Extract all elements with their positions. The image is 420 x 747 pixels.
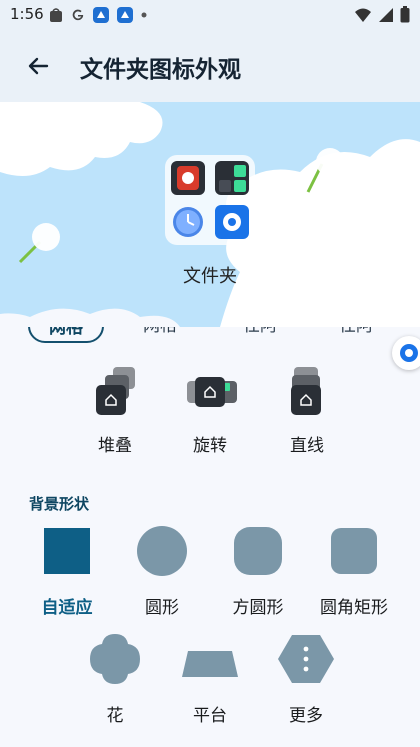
back-button[interactable] (20, 48, 56, 84)
shape-option-platform[interactable]: 平台 (160, 631, 260, 731)
folder-label: 文件夹 (183, 266, 237, 287)
office-app-icon (171, 161, 205, 195)
more-notifications-dot-icon (141, 12, 147, 18)
shape-label: 方圆形 (232, 598, 284, 618)
arrow-back-icon (28, 57, 49, 75)
folder-preview: 文件夹 (0, 102, 420, 327)
squircle-shape-icon (234, 527, 282, 575)
flower-shape-icon (90, 634, 140, 684)
more-shapes-icon (278, 635, 334, 683)
settings-app-icon (215, 205, 249, 239)
folder-app-icons (171, 161, 249, 239)
style-option-stack[interactable]: 堆叠 (70, 367, 160, 467)
style-option-line[interactable]: 直线 (262, 367, 352, 467)
shape-label: 花 (106, 706, 124, 726)
system-icons (354, 6, 410, 23)
style-label: 旋转 (193, 436, 227, 456)
style-label: 直线 (290, 436, 324, 456)
shape-label: 平台 (193, 706, 227, 726)
folder-icon-preview[interactable] (165, 155, 255, 245)
shape-option-flower[interactable]: 花 (65, 631, 165, 731)
tab-layout-random[interactable]: 任阿 (222, 327, 298, 343)
platform-shape-icon (182, 651, 238, 677)
app-notification-icon (93, 7, 109, 23)
circle-shape-icon (137, 526, 187, 576)
tab-layout-random-alt[interactable]: 任阿 (318, 327, 394, 343)
shape-option-squircle[interactable]: 方圆形 (208, 523, 308, 623)
style-option-rotate[interactable]: 旋转 (165, 367, 255, 467)
style-label: 堆叠 (98, 436, 132, 456)
tab-layout-grid[interactable]: 网格 (28, 327, 104, 343)
rounded-rect-shape-icon (331, 528, 377, 574)
settings-panel[interactable]: 网格 网格 任阿 任阿 堆叠 旋转 (0, 327, 420, 747)
clock-app-icon (173, 207, 203, 237)
app-notification-icon (117, 7, 133, 23)
shape-option-rounded-rect[interactable]: 圆角矩形 (304, 523, 404, 623)
wifi-icon (355, 8, 371, 22)
page-title: 文件夹图标外观 (80, 57, 241, 83)
calculator-app-icon (215, 161, 249, 195)
rotate-style-icon (165, 367, 255, 423)
shape-label: 圆角矩形 (320, 598, 388, 618)
shopping-bag-icon (50, 8, 62, 22)
status-bar: 1:56 (0, 0, 420, 30)
shape-option-adaptive[interactable]: 自适应 (17, 523, 117, 623)
shape-option-more[interactable]: 更多 (256, 631, 356, 731)
dandelion-icon (18, 223, 60, 264)
chat-bubble-icon (400, 344, 418, 362)
shape-label: 更多 (289, 706, 323, 726)
app-bar: 文件夹图标外观 (0, 30, 420, 102)
status-time: 1:56 (10, 5, 44, 23)
tab-layout-grid-alt[interactable]: 网格 (122, 327, 198, 343)
shape-label: 自适应 (41, 598, 93, 618)
shape-option-circle[interactable]: 圆形 (112, 523, 212, 623)
google-icon (72, 9, 84, 21)
layout-tabs: 网格 网格 任阿 任阿 (0, 327, 420, 343)
notification-icons (48, 6, 148, 24)
square-shape-icon (44, 528, 90, 574)
line-style-icon (262, 367, 352, 423)
battery-icon (400, 6, 410, 23)
floating-assistant-button[interactable] (392, 336, 420, 370)
signal-icon (379, 7, 393, 22)
stack-style-icon (70, 367, 160, 423)
shape-label: 圆形 (145, 598, 179, 618)
section-title: 背景形状 (29, 495, 90, 513)
